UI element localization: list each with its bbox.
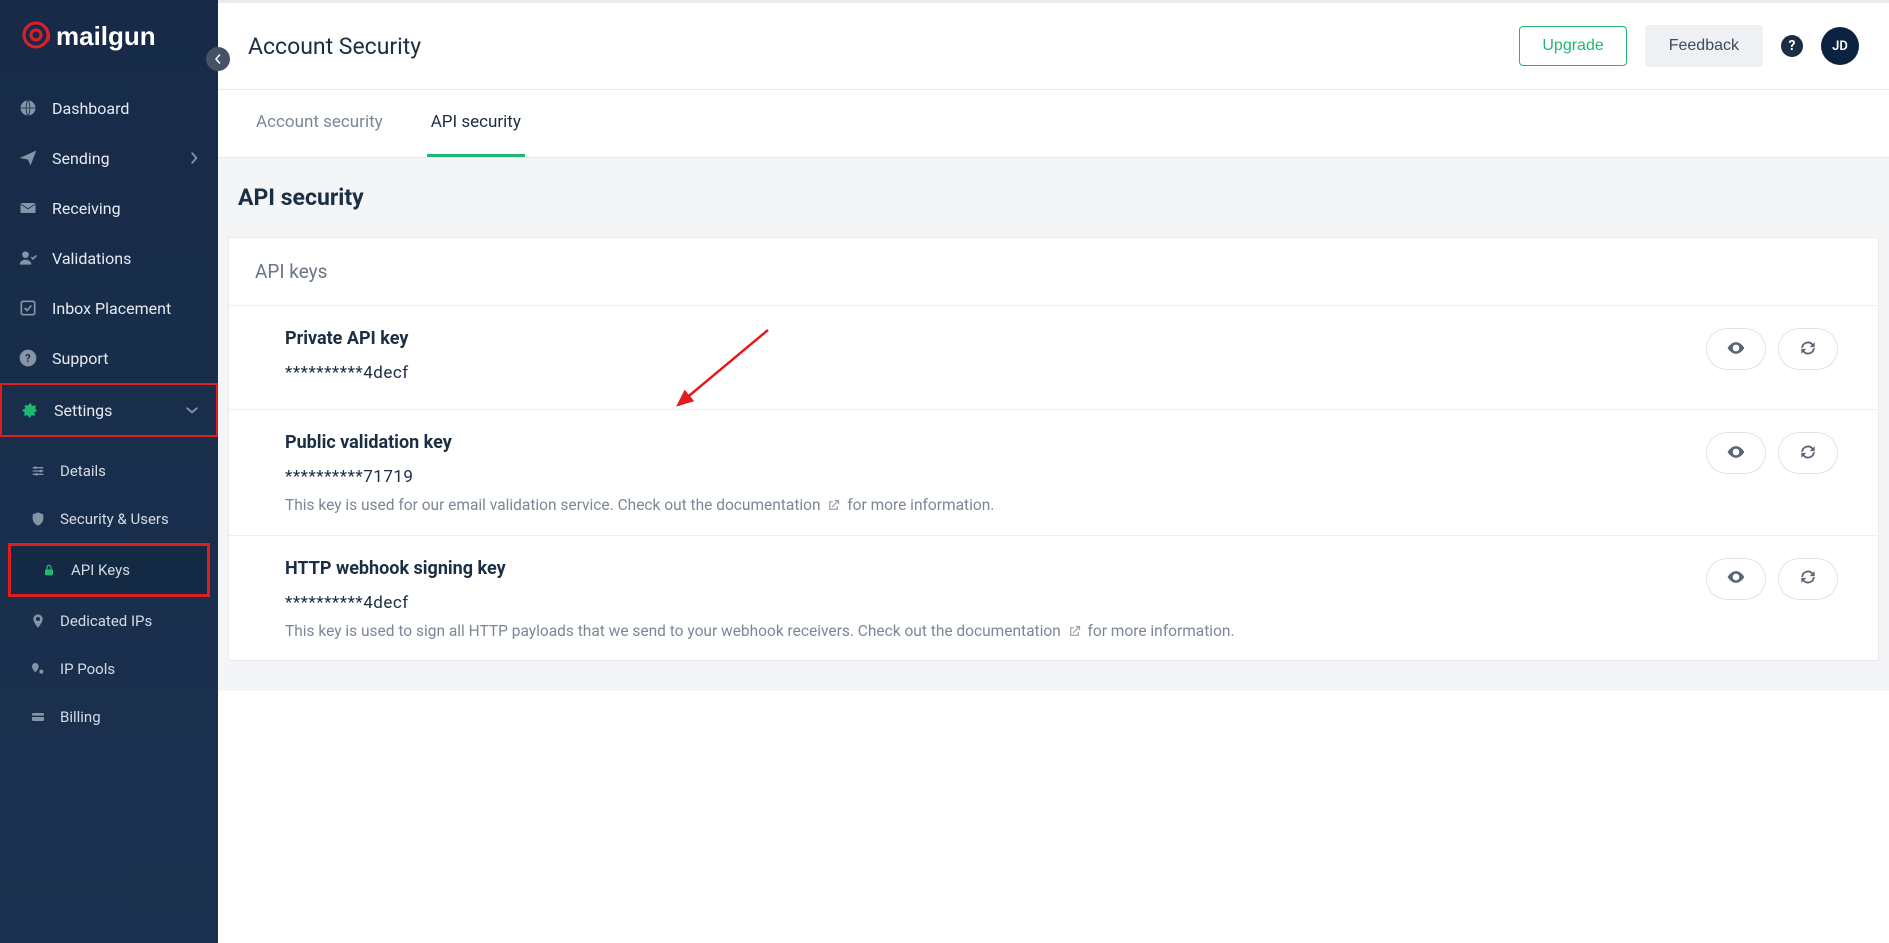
sidebar-sub-dedicated-ips[interactable]: Dedicated IPs	[0, 597, 218, 645]
sidebar-item-support[interactable]: ? Support	[0, 333, 218, 383]
sidebar-item-label: Validations	[52, 249, 131, 268]
chevron-right-icon	[188, 149, 200, 168]
main-content: Account Security Upgrade Feedback ? JD A…	[218, 0, 1889, 943]
key-name: HTTP webhook signing key	[285, 558, 1706, 579]
key-name: Public validation key	[285, 432, 1706, 453]
eye-icon	[1726, 442, 1746, 465]
sidebar-item-label: IP Pools	[60, 660, 115, 678]
eye-icon	[1726, 338, 1746, 361]
regenerate-key-button[interactable]	[1778, 558, 1838, 600]
sidebar-item-validations[interactable]: Validations	[0, 233, 218, 283]
eye-icon	[1726, 567, 1746, 590]
chevron-down-icon	[186, 401, 198, 420]
key-desc-post: for more information.	[843, 496, 994, 514]
sidebar-item-label: Receiving	[52, 199, 121, 218]
reveal-key-button[interactable]	[1706, 328, 1766, 370]
key-desc-post: for more information.	[1084, 622, 1235, 640]
regenerate-key-button[interactable]	[1778, 328, 1838, 370]
question-icon: ?	[18, 348, 38, 368]
external-link-icon	[826, 498, 841, 513]
page-title: Account Security	[248, 33, 421, 60]
envelope-icon	[18, 198, 38, 218]
key-value: **********71719	[285, 467, 1706, 487]
sidebar-item-inbox-placement[interactable]: Inbox Placement	[0, 283, 218, 333]
sidebar-sub-ip-pools[interactable]: IP Pools	[0, 645, 218, 693]
key-name: Private API key	[285, 328, 1706, 349]
key-value: **********4decf	[285, 363, 1706, 383]
feedback-button[interactable]: Feedback	[1645, 25, 1763, 67]
sidebar-item-label: Dashboard	[52, 99, 129, 118]
gear-icon	[20, 400, 40, 420]
sidebar-item-label: Inbox Placement	[52, 299, 171, 318]
credit-card-icon	[30, 709, 46, 725]
sidebar-item-label: Sending	[52, 149, 110, 168]
reveal-key-button[interactable]	[1706, 432, 1766, 474]
key-description: This key is used for our email validatio…	[285, 495, 1706, 517]
sidebar-sub-billing[interactable]: Billing	[0, 693, 218, 741]
sidebar-item-label: Settings	[54, 401, 112, 420]
sliders-icon	[30, 463, 46, 479]
key-row-private-api: Private API key **********4decf	[229, 306, 1878, 410]
sidebar-item-sending[interactable]: Sending	[0, 133, 218, 183]
sidebar-item-label: Support	[52, 349, 108, 368]
key-desc-pre: This key is used to sign all HTTP payloa…	[285, 622, 1065, 640]
key-desc-pre: This key is used for our email validatio…	[285, 496, 824, 514]
documentation-link[interactable]	[1065, 622, 1084, 640]
svg-text:?: ?	[25, 352, 30, 365]
sidebar-item-receiving[interactable]: Receiving	[0, 183, 218, 233]
sidebar-sub-api-keys[interactable]: API Keys	[11, 546, 207, 594]
sidebar-item-label: Security & Users	[60, 510, 169, 528]
sidebar-sub-details[interactable]: Details	[0, 447, 218, 495]
sidebar-settings-subnav: Details Security & Users API Keys Dedica…	[0, 447, 218, 741]
tab-account-security[interactable]: Account security	[252, 90, 387, 157]
shield-icon	[30, 511, 46, 527]
map-pin-icon	[30, 613, 46, 629]
checkbox-icon	[18, 298, 38, 318]
sidebar: mailgun Dashboard Sending Receiving Val	[0, 0, 218, 943]
refresh-icon	[1798, 338, 1818, 361]
reveal-key-button[interactable]	[1706, 558, 1766, 600]
key-value: **********4decf	[285, 593, 1706, 613]
topbar: Account Security Upgrade Feedback ? JD	[218, 0, 1889, 90]
sidebar-nav: Dashboard Sending Receiving Validations …	[0, 83, 218, 437]
tabs: Account security API security	[218, 90, 1889, 158]
api-keys-panel: API keys Private API key **********4decf	[228, 237, 1879, 661]
sidebar-item-label: Dedicated IPs	[60, 612, 152, 630]
regenerate-key-button[interactable]	[1778, 432, 1838, 474]
user-check-icon	[18, 248, 38, 268]
key-description: This key is used to sign all HTTP payloa…	[285, 621, 1706, 643]
sidebar-item-label: Billing	[60, 708, 101, 726]
key-row-webhook-signing: HTTP webhook signing key **********4decf…	[229, 536, 1878, 661]
brand-logo[interactable]: mailgun	[0, 15, 218, 73]
tab-api-security[interactable]: API security	[427, 90, 525, 157]
sidebar-item-label: Details	[60, 462, 106, 480]
sidebar-sub-security-users[interactable]: Security & Users	[0, 495, 218, 543]
refresh-icon	[1798, 442, 1818, 465]
user-avatar[interactable]: JD	[1821, 27, 1859, 65]
lock-icon	[41, 562, 57, 578]
panel-title: API keys	[229, 238, 1878, 306]
documentation-link[interactable]	[824, 496, 843, 514]
paper-plane-icon	[18, 148, 38, 168]
sidebar-item-label: API Keys	[71, 561, 130, 579]
refresh-icon	[1798, 567, 1818, 590]
pins-icon	[30, 661, 46, 677]
sidebar-item-dashboard[interactable]: Dashboard	[0, 83, 218, 133]
upgrade-button[interactable]: Upgrade	[1519, 26, 1626, 66]
svg-text:mailgun: mailgun	[56, 21, 156, 51]
section-title: API security	[228, 158, 1879, 237]
help-button[interactable]: ?	[1781, 35, 1803, 57]
external-link-icon	[1067, 624, 1082, 639]
globe-icon	[18, 98, 38, 118]
key-row-public-validation: Public validation key **********71719 Th…	[229, 410, 1878, 536]
sidebar-item-settings[interactable]: Settings	[0, 383, 218, 437]
